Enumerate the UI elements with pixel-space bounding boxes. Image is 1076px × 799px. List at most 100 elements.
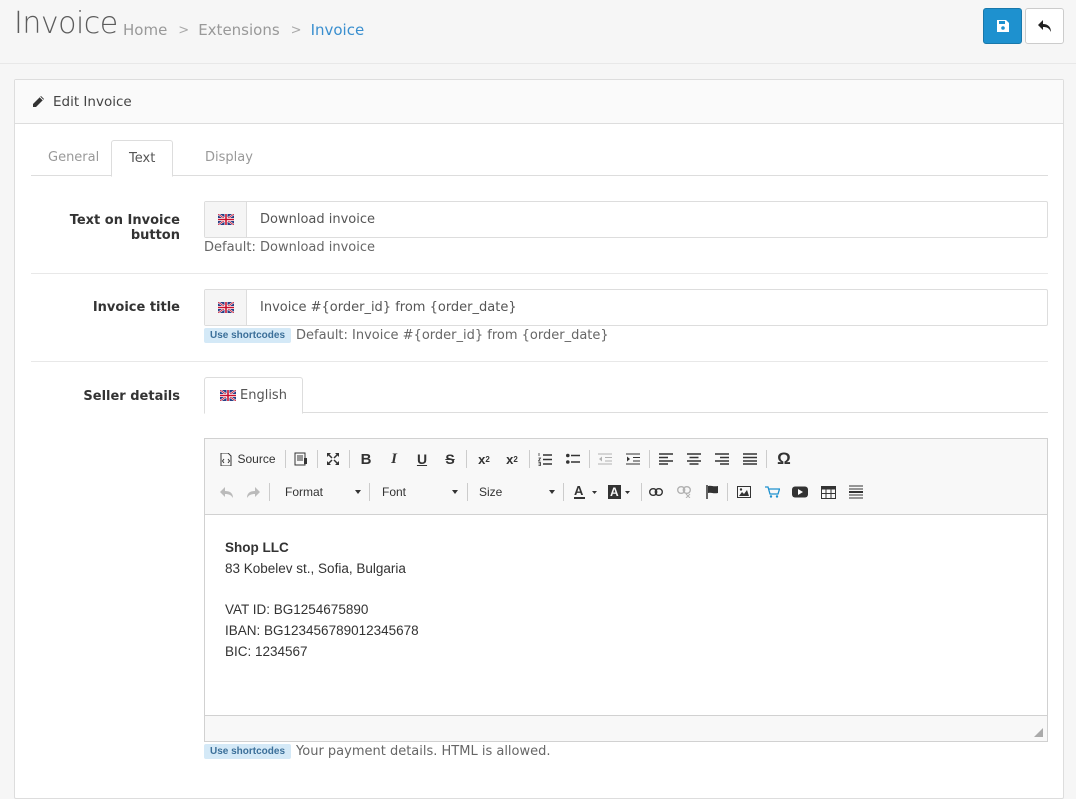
italic-icon[interactable]: I [384,448,404,470]
svg-text:A: A [574,484,584,498]
uk-flag-icon [205,290,247,325]
anchor-flag-icon[interactable] [702,481,722,503]
button-text-label: Text on Invoice button [69,213,180,243]
background-color-icon[interactable]: A [606,481,636,503]
youtube-icon[interactable] [790,481,810,503]
toolbar-separator [467,483,468,501]
divider [31,361,1048,362]
decrease-indent-icon[interactable] [595,448,615,470]
horizontal-line-icon[interactable] [846,481,866,503]
seller-bic: BIC: 1234567 [225,643,308,659]
toolbar-separator [529,450,530,468]
breadcrumb-invoice[interactable]: Invoice [311,21,365,39]
seller-iban: IBAN: BG123456789012345678 [225,623,419,639]
floppy-disk-icon [996,20,1009,32]
size-dropdown-label: Size [479,485,503,499]
chevron-right-icon: > [290,22,302,38]
breadcrumb-extensions[interactable]: Extensions [198,21,279,39]
increase-indent-icon[interactable] [623,448,643,470]
strikethrough-icon[interactable]: S [440,448,460,470]
back-button[interactable] [1025,8,1064,44]
seller-details-label: Seller details [83,389,180,404]
panel-heading: Edit Invoice [15,80,1063,124]
toolbar-separator [466,450,467,468]
toolbar-separator [285,450,286,468]
language-tabs: English [204,377,1048,414]
button-text-input[interactable]: Download invoice [247,202,1047,237]
source-button[interactable]: Source [217,448,279,470]
font-dropdown-label: Font [382,485,407,499]
tab-text[interactable]: Text [111,140,174,177]
seller-details-help-row: Use shortcodes Your payment details. HTM… [204,744,551,759]
image-icon[interactable] [734,481,754,503]
svg-text:A: A [610,485,619,499]
bold-icon[interactable]: B [356,448,376,470]
invoice-title-label: Invoice title [92,300,180,315]
cart-icon[interactable] [762,481,782,503]
chevron-right-icon: > [178,22,190,38]
button-text-input-group: Download invoice [204,201,1048,238]
bullet-list-icon[interactable] [563,448,583,470]
align-left-icon[interactable] [656,448,676,470]
toolbar-separator [269,483,270,501]
subscript-icon[interactable]: x2 [473,448,495,470]
tab-english-label: English [240,388,287,403]
toolbar-separator [349,450,350,468]
numbered-list-icon[interactable] [535,448,555,470]
undo-icon[interactable] [217,481,237,503]
uk-flag-icon [220,390,236,401]
pencil-icon [33,96,44,107]
toolbar-separator [766,450,767,468]
toolbar-separator [589,450,590,468]
special-character-icon[interactable]: Ω [773,448,795,470]
toolbar-separator [369,483,370,501]
breadcrumb: Home > Extensions > Invoice [123,21,364,39]
maximize-icon[interactable] [323,448,343,470]
table-icon[interactable] [818,481,838,503]
save-button[interactable] [983,8,1022,44]
page-title: Invoice [14,6,118,41]
size-dropdown[interactable]: Size [479,481,555,503]
invoice-title-help-row: Use shortcodes Default: Invoice #{order_… [204,328,609,343]
font-dropdown[interactable]: Font [382,481,458,503]
source-button-label: Source [237,452,276,466]
breadcrumb-home[interactable]: Home [123,21,167,39]
shortcodes-badge[interactable]: Use shortcodes [204,744,292,759]
seller-name: Shop LLC [225,540,289,555]
editor-toolbar: Source B I U S x2 x2 Ω Format Font Size … [205,439,1047,515]
tab-bar: General Text Display [31,140,1048,177]
editor-content[interactable]: Shop LLC 83 Kobelev st., Sofia, Bulgaria… [205,516,1047,716]
divider [31,273,1048,274]
seller-details-help: Your payment details. HTML is allowed. [296,744,551,759]
invoice-title-input[interactable]: Invoice #{order_id} from {order_date} [247,290,1047,325]
superscript-icon[interactable]: x2 [501,448,523,470]
seller-address: 83 Kobelev st., Sofia, Bulgaria [225,560,406,576]
rich-text-editor: Source B I U S x2 x2 Ω Format Font Size … [204,438,1048,742]
tab-general[interactable]: General [31,140,116,176]
unlink-icon[interactable] [674,481,694,503]
caret-down-icon [355,490,361,494]
shortcodes-badge[interactable]: Use shortcodes [204,328,292,343]
button-text-help: Default: Download invoice [204,240,376,255]
resize-grip-icon[interactable] [1034,728,1043,737]
format-dropdown-label: Format [285,485,324,499]
align-right-icon[interactable] [712,448,732,470]
toolbar-separator [563,483,564,501]
caret-down-icon [452,490,458,494]
tab-english[interactable]: English [204,377,303,414]
invoice-title-help: Default: Invoice #{order_id} from {order… [296,328,609,343]
edit-panel: Edit Invoice General Text Display Text o… [14,79,1064,799]
underline-icon[interactable]: U [412,448,432,470]
text-color-icon[interactable]: A [571,481,601,503]
redo-icon[interactable] [243,481,263,503]
align-center-icon[interactable] [684,448,704,470]
editor-resize-bar [205,715,1047,741]
link-icon[interactable] [646,481,666,503]
preview-icon[interactable] [291,448,311,470]
page-header: Invoice Home > Extensions > Invoice [0,0,1076,64]
tab-display[interactable]: Display [188,140,270,176]
justify-icon[interactable] [740,448,760,470]
invoice-title-input-group: Invoice #{order_id} from {order_date} [204,289,1048,326]
format-dropdown[interactable]: Format [285,481,361,503]
uk-flag-icon [205,202,247,237]
